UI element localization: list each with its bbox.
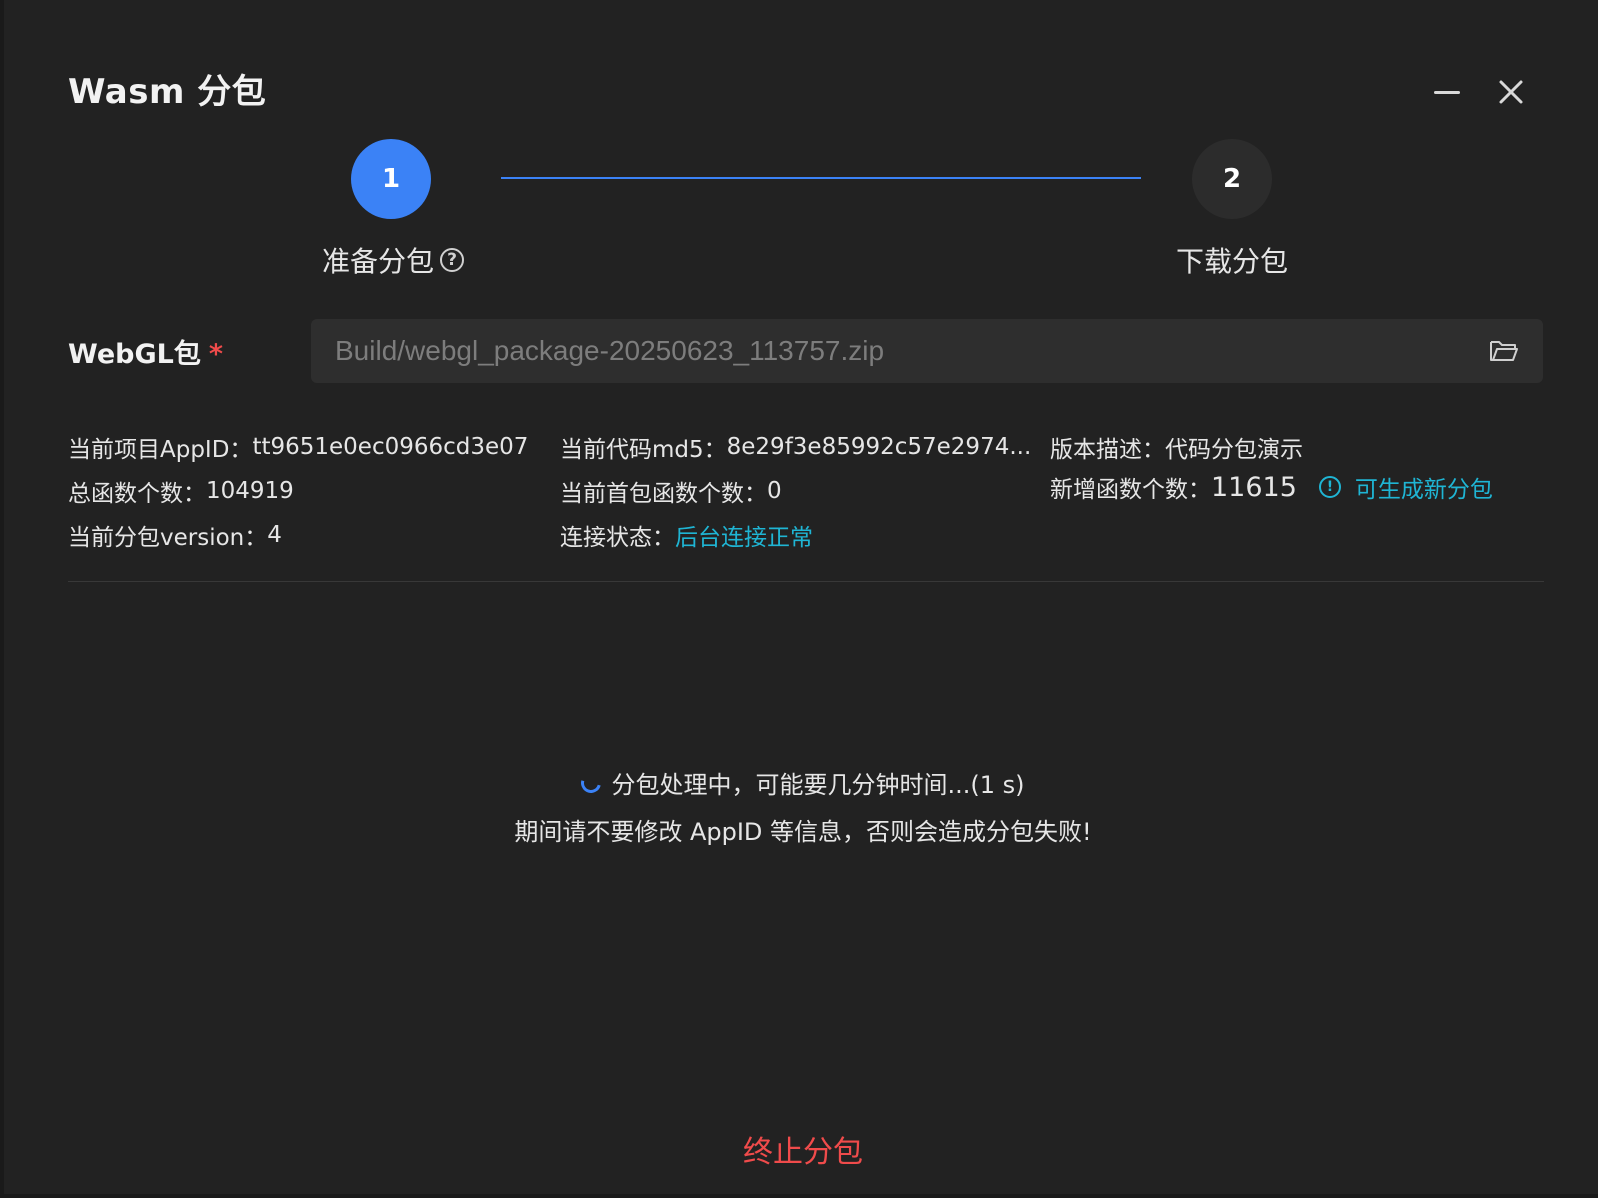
- close-button[interactable]: [1491, 72, 1531, 112]
- appid-info: 当前项目AppID： tt9651e0ec0966cd3e07: [68, 430, 528, 464]
- first-value: 0: [767, 478, 782, 504]
- desc-label: 版本描述：: [1050, 437, 1165, 463]
- version-value: 4: [267, 522, 282, 548]
- progress-message: 分包处理中，可能要几分钟时间...(1 s) 期间请不要修改 AppID 等信息…: [4, 765, 1598, 847]
- webgl-package-label: WebGL包 *: [68, 332, 223, 371]
- minimize-button[interactable]: [1427, 72, 1467, 112]
- first-package-functions-info: 当前首包函数个数： 0: [560, 474, 782, 508]
- stop-split-button[interactable]: 终止分包: [743, 1135, 863, 1170]
- appid-label: 当前项目AppID：: [68, 437, 253, 463]
- package-version-info: 当前分包version： 4: [68, 518, 282, 552]
- step-1-indicator: 1: [351, 139, 431, 219]
- connection-status-info: 连接状态： 后台连接正常: [560, 518, 813, 552]
- step-1-label-group: 准备分包 ?: [322, 240, 465, 280]
- webgl-package-field[interactable]: [311, 319, 1543, 383]
- required-star: *: [208, 339, 223, 370]
- conn-label: 连接状态：: [560, 525, 675, 551]
- loading-spinner-icon: [577, 768, 606, 797]
- md5-info: 当前代码md5： 8e29f3e85992c57e2974...: [560, 430, 1031, 464]
- step-2-indicator: 2: [1192, 139, 1272, 219]
- close-icon: [1499, 80, 1523, 104]
- conn-status-value: 后台连接正常: [675, 525, 813, 551]
- step-connector-line: [501, 177, 1141, 179]
- first-label: 当前首包函数个数：: [560, 481, 767, 507]
- folder-open-icon[interactable]: [1489, 338, 1519, 364]
- md5-label: 当前代码md5：: [560, 437, 727, 463]
- desc-value: 代码分包演示: [1165, 437, 1303, 463]
- total-label: 总函数个数：: [68, 481, 206, 507]
- new-functions-info: 新增函数个数： 11615 ! 可生成新分包: [1050, 470, 1493, 504]
- step-2-label: 下载分包: [1176, 245, 1289, 278]
- help-icon[interactable]: ?: [440, 248, 465, 272]
- appid-value: tt9651e0ec0966cd3e07: [252, 434, 529, 460]
- new-value: 11615: [1211, 471, 1297, 503]
- version-label: 当前分包version：: [68, 525, 268, 551]
- stop-split-button-wrapper: 终止分包: [4, 1127, 1598, 1171]
- dialog-title: Wasm 分包: [68, 72, 267, 112]
- new-label: 新增函数个数：: [1050, 477, 1211, 503]
- version-desc-info: 版本描述： 代码分包演示: [1050, 430, 1303, 464]
- progress-line-2: 期间请不要修改 AppID 等信息，否则会造成分包失败!: [514, 818, 1092, 846]
- wasm-split-dialog: Wasm 分包 1 2 准备分包 ? 下载分包 WebGL包* 当前项目AppI…: [4, 0, 1598, 1194]
- md5-value: 8e29f3e85992c57e2974...: [726, 434, 1032, 460]
- generate-new-package-link[interactable]: 可生成新分包: [1355, 470, 1493, 504]
- webgl-label-text: WebGL包: [68, 339, 201, 370]
- total-functions-info: 总函数个数： 104919: [68, 474, 294, 508]
- total-value: 104919: [206, 478, 294, 504]
- minimize-icon: [1434, 90, 1460, 94]
- step-1-label: 准备分包: [322, 245, 435, 278]
- progress-line-1: 分包处理中，可能要几分钟时间...(1 s): [611, 771, 1025, 799]
- webgl-package-input[interactable]: [311, 319, 1481, 383]
- info-alert-icon: !: [1318, 476, 1341, 498]
- divider: [68, 581, 1544, 582]
